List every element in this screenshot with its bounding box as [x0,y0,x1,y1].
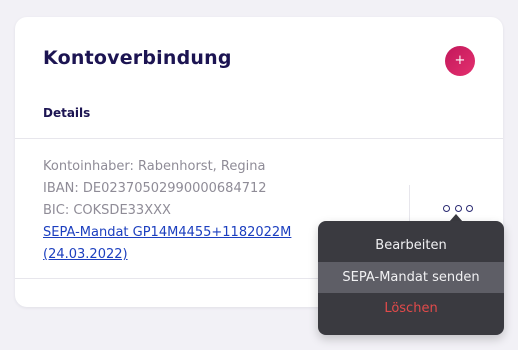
more-options-icon[interactable] [443,201,473,215]
context-menu: Bearbeiten SEPA-Mandat senden Löschen [318,221,504,335]
dot-icon [443,204,450,212]
sepa-mandate-date-link[interactable]: (24.03.2022) [43,247,128,262]
add-button[interactable]: + [445,46,475,76]
details-section-label: Details [43,106,91,120]
iban-value: IBAN: DE02370502990000684712 [43,181,267,196]
account-holder: Kontoinhaber: Rabenhorst, Regina [43,159,266,174]
divider [15,138,503,139]
dot-icon [466,204,473,212]
card-title: Kontoverbindung [43,47,232,69]
menu-item-delete[interactable]: Löschen [318,293,504,324]
menu-item-send-sepa-mandate[interactable]: SEPA-Mandat senden [318,262,504,293]
dot-icon [454,204,462,212]
menu-item-edit[interactable]: Bearbeiten [318,230,504,261]
sepa-mandate-link[interactable]: SEPA-Mandat GP14M4455+1182022M [43,225,291,240]
bic-value: BIC: COKSDE33XXX [43,203,171,218]
divider [15,278,320,279]
account-details: Kontoinhaber: Rabenhorst, Regina IBAN: D… [43,156,291,266]
